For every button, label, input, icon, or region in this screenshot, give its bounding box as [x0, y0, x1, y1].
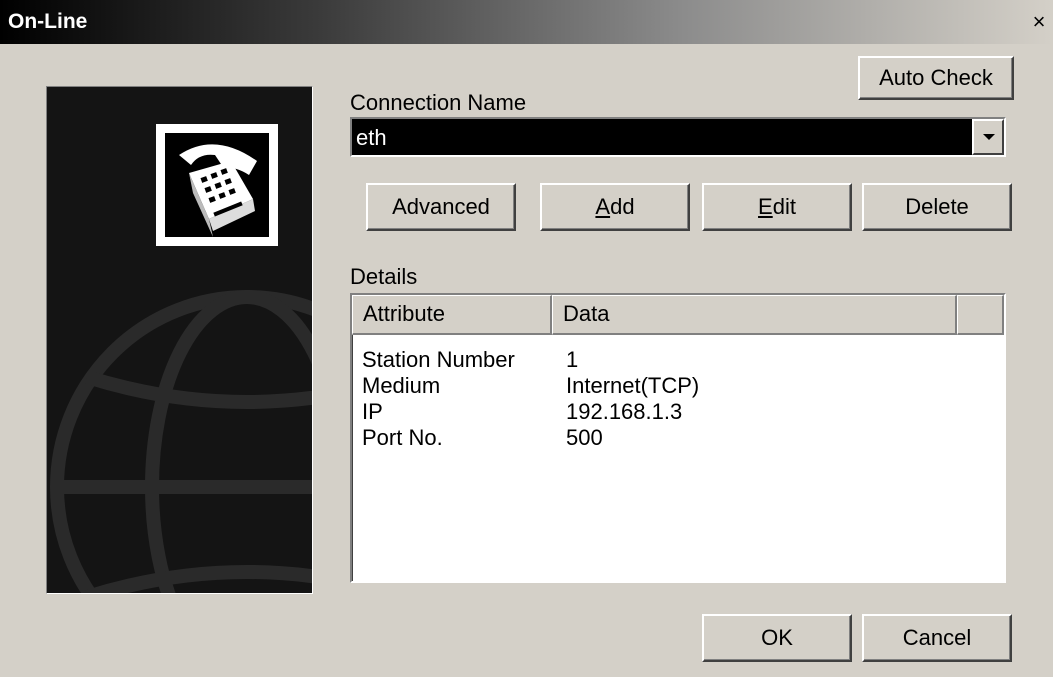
title-bar: On-Line	[0, 0, 1053, 44]
edit-button[interactable]: Edit	[702, 183, 852, 231]
row-data: 192.168.1.3	[566, 399, 683, 424]
row-data: 500	[566, 425, 603, 450]
side-panel	[46, 86, 313, 594]
telephone-icon-frame	[156, 124, 278, 246]
connection-name-value: eth	[354, 124, 389, 151]
column-header-empty	[957, 295, 1004, 335]
row-data: Internet(TCP)	[566, 373, 700, 398]
connection-name-select[interactable]: eth	[350, 117, 1006, 157]
add-label: dd	[610, 194, 635, 219]
row-attribute: IP	[362, 399, 383, 424]
chevron-down-icon[interactable]	[972, 119, 1004, 155]
column-header-attribute[interactable]: Attribute	[352, 295, 552, 335]
cancel-button[interactable]: Cancel	[862, 614, 1012, 662]
edit-mnemonic: E	[758, 194, 773, 219]
ok-button[interactable]: OK	[702, 614, 852, 662]
delete-button[interactable]: Delete	[862, 183, 1012, 231]
row-attribute: Medium	[362, 373, 441, 398]
row-attribute: Station Number	[362, 347, 515, 372]
add-button[interactable]: Add	[540, 183, 690, 231]
column-header-data[interactable]: Data	[552, 295, 957, 335]
telephone-icon	[179, 144, 257, 237]
add-mnemonic: A	[595, 194, 611, 219]
edit-label: dit	[772, 194, 796, 219]
close-icon[interactable]: ×	[1029, 11, 1049, 34]
row-data: 1	[566, 347, 579, 372]
connection-name-label: Connection Name	[350, 90, 527, 115]
auto-check-button[interactable]: Auto Check	[858, 56, 1014, 100]
details-list[interactable]: Attribute Data Station Number 1 Medium I…	[350, 293, 1006, 583]
details-label: Details	[350, 264, 418, 289]
window-title: On-Line	[8, 10, 88, 33]
row-attribute: Port No.	[362, 425, 443, 450]
advanced-button[interactable]: Advanced	[366, 183, 516, 231]
